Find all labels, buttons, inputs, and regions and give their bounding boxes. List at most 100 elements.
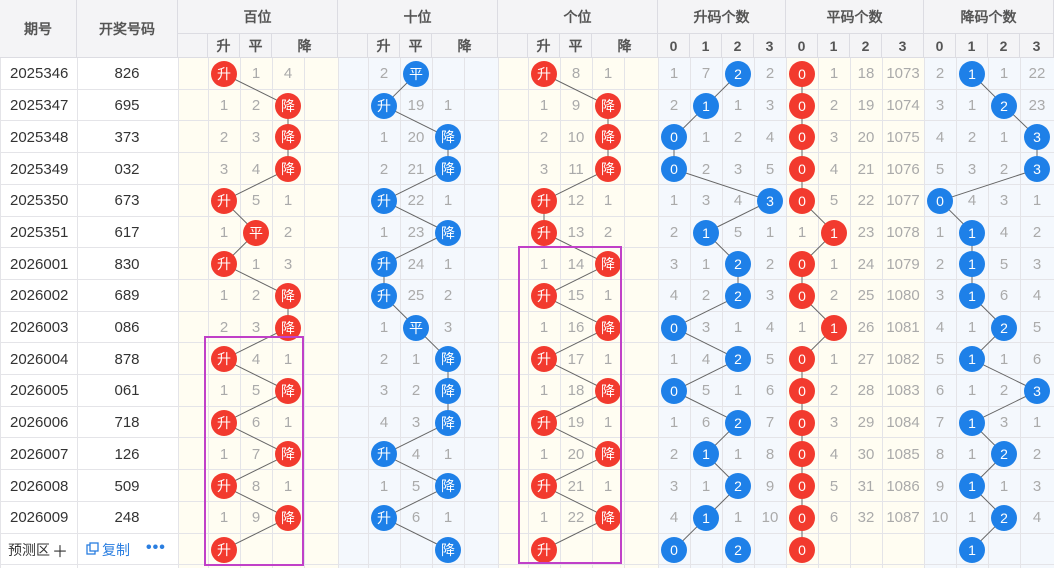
fall_count-miss-value: 5 — [999, 255, 1009, 273]
hundreds-miss-value: 4 — [283, 65, 293, 83]
rise_count-miss-value: 4 — [669, 287, 679, 305]
hundreds-rise-ball: 升 — [211, 61, 237, 87]
hundreds-miss-value: 1 — [251, 65, 261, 83]
tens-miss-value: 2 — [379, 160, 389, 178]
flat_count-miss-value: 1086 — [886, 477, 920, 495]
tens-fall-ball: 降 — [435, 378, 461, 404]
rise_count-miss-value: 1 — [669, 350, 679, 368]
rise_count-miss-value: 2 — [701, 287, 711, 305]
units-miss-value: 2 — [603, 223, 613, 241]
rise_count-miss-value: 10 — [761, 509, 779, 527]
draw-number-cell: 373 — [114, 128, 140, 146]
flat_count-miss-value: 21 — [857, 160, 875, 178]
tens-miss-value: 20 — [407, 128, 425, 146]
issue-cell: 2025346 — [10, 65, 69, 83]
fall_count-ball: 1 — [959, 251, 985, 278]
flat_count-miss-value: 1 — [797, 319, 807, 337]
draw-number-cell: 673 — [114, 192, 140, 210]
fall_count-miss-value: 1 — [967, 382, 977, 400]
flat_count-miss-value: 24 — [857, 255, 875, 273]
tens-miss-value: 25 — [407, 287, 425, 305]
tens-flat-ball: 平 — [403, 314, 429, 341]
forecast-rise_count-ball: 2 — [725, 536, 751, 563]
forecast-flat_count-ball: 0 — [789, 536, 815, 563]
tens-miss-value: 4 — [411, 445, 421, 463]
draw-number-cell: 061 — [114, 382, 140, 400]
fall_count-miss-value: 2 — [999, 160, 1009, 178]
flat_count-miss-value: 22 — [857, 192, 875, 210]
copy-button[interactable]: 复制 — [86, 540, 130, 560]
draw-number-cell: 689 — [114, 287, 140, 305]
rise_count-miss-value: 2 — [701, 160, 711, 178]
tens-miss-value: 2 — [379, 350, 389, 368]
units-miss-value: 1 — [539, 97, 549, 115]
fall_count-miss-value: 3 — [935, 287, 945, 305]
rise_count-ball: 0 — [661, 156, 687, 183]
tens-miss-value — [432, 58, 464, 90]
hundreds-miss-value: 4 — [251, 160, 261, 178]
fall_count-miss-value: 1 — [967, 445, 977, 463]
issue-cell: 2026005 — [10, 382, 69, 400]
fall_count-ball: 3 — [1024, 156, 1050, 183]
issue-cell: 2026008 — [10, 477, 69, 495]
rise_count-miss-value: 3 — [733, 160, 743, 178]
rise_count-miss-value: 5 — [733, 223, 743, 241]
hundreds-fall-ball: 降 — [275, 92, 301, 119]
issue-cell: 2025348 — [10, 128, 69, 146]
tens-miss-value: 1 — [411, 350, 421, 368]
flat_count-ball: 0 — [789, 282, 815, 309]
fall_count-miss-value: 1 — [1032, 414, 1042, 432]
rise_count-ball: 1 — [693, 92, 719, 119]
rise_count-miss-value: 1 — [669, 192, 679, 210]
fall_count-miss-value: 1 — [967, 319, 977, 337]
issue-cell: 2026001 — [10, 255, 69, 273]
flat_count-miss-value: 27 — [857, 350, 875, 368]
fall_count-miss-value: 4 — [1032, 509, 1042, 527]
draw-number-cell: 830 — [114, 255, 140, 273]
flat_count-miss-value: 3 — [829, 414, 839, 432]
fall_count-miss-value: 2 — [935, 65, 945, 83]
rise_count-miss-value: 3 — [669, 477, 679, 495]
flat_count-miss-value: 1085 — [886, 445, 920, 463]
more-button[interactable]: ••• — [146, 539, 166, 559]
add-icon[interactable]: ＋ — [52, 538, 68, 562]
issue-cell: 2026003 — [10, 319, 69, 337]
rise_count-ball: 1 — [693, 504, 719, 531]
hundreds-miss-value: 2 — [251, 287, 261, 305]
rise_count-miss-value: 1 — [733, 509, 743, 527]
hundreds-rise-ball: 升 — [211, 251, 237, 278]
rise_count-ball: 0 — [661, 378, 687, 404]
tens-miss-value: 24 — [407, 255, 425, 273]
tens-miss-value: 19 — [407, 97, 425, 115]
rise_count-miss-value: 7 — [765, 414, 775, 432]
hundreds-miss-value: 3 — [251, 128, 261, 146]
tens-miss-value: 1 — [443, 255, 453, 273]
flat_count-miss-value: 1079 — [886, 255, 920, 273]
fall_count-miss-value: 3 — [999, 192, 1009, 210]
rise_count-miss-value: 1 — [669, 65, 679, 83]
flat_count-ball: 0 — [789, 409, 815, 436]
issue-cell: 2026007 — [10, 445, 69, 463]
rise_count-miss-value: 2 — [669, 223, 679, 241]
tens-miss-value: 3 — [379, 382, 389, 400]
hundreds-rise-ball: 升 — [211, 187, 237, 214]
hundreds-miss-value: 3 — [219, 160, 229, 178]
flat_count-ball: 0 — [789, 473, 815, 500]
flat_count-miss-value: 1076 — [886, 160, 920, 178]
forecast-label: 预测区＋ — [8, 538, 68, 562]
flat_count-miss-value: 31 — [857, 477, 875, 495]
rise_count-ball: 2 — [725, 473, 751, 500]
flat_count-miss-value: 5 — [829, 192, 839, 210]
draw-number-cell: 509 — [114, 477, 140, 495]
fall_count-ball: 1 — [959, 473, 985, 500]
flat_count-miss-value: 2 — [829, 287, 839, 305]
fall_count-miss-value: 3 — [1032, 477, 1042, 495]
tens-rise-ball: 升 — [371, 251, 397, 278]
flat_count-miss-value: 1080 — [886, 287, 920, 305]
rise_count-miss-value: 1 — [733, 97, 743, 115]
flat_count-miss-value: 32 — [857, 509, 875, 527]
tens-rise-ball: 升 — [371, 504, 397, 531]
rise_count-miss-value: 7 — [701, 65, 711, 83]
flat_count-miss-value: 1075 — [886, 128, 920, 146]
draw-number-cell: 826 — [114, 65, 140, 83]
